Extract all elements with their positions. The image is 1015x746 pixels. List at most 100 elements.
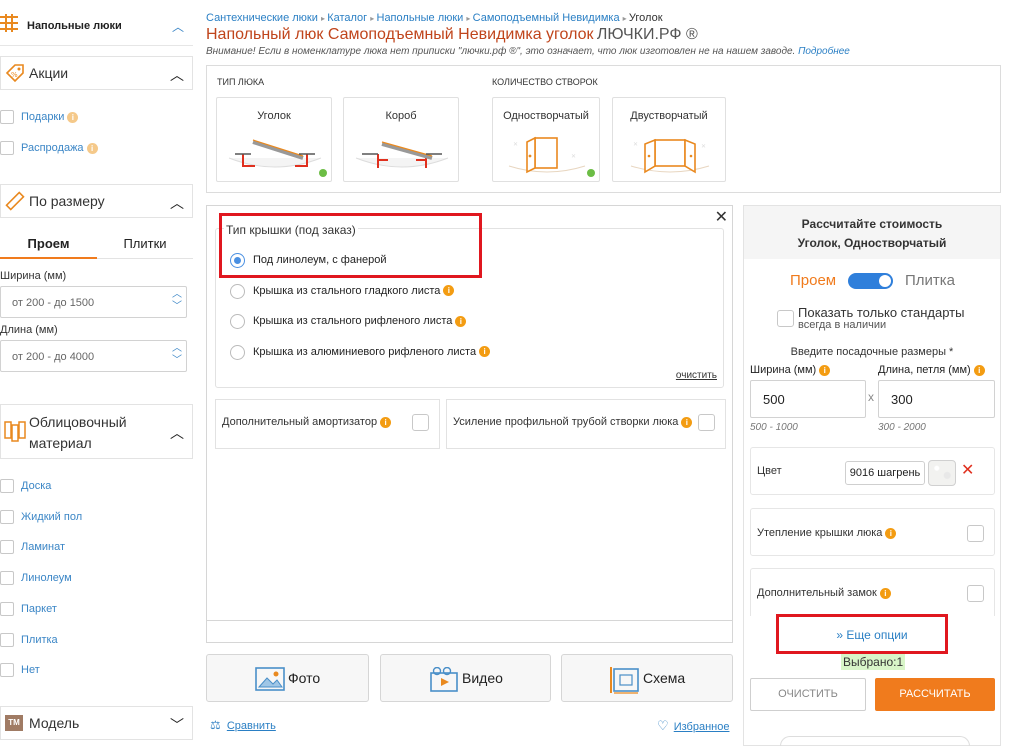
info-icon[interactable]: i xyxy=(455,315,467,327)
length-range-input[interactable]: от 200 - до 4000 ︿ ﹀ xyxy=(0,340,187,372)
chevron-up-icon[interactable]: ︿ xyxy=(170,193,184,213)
page-title: Напольный люк Самоподъемный Невидимка уг… xyxy=(206,26,594,43)
blueprint-icon xyxy=(610,667,639,694)
filter-label: Жидкий пол xyxy=(21,510,83,523)
next-block-edge xyxy=(780,736,970,746)
info-icon[interactable]: i xyxy=(67,111,79,123)
extra-profile-reinforcement[interactable]: Усиление профильной трубой створки люка i xyxy=(446,399,726,449)
checkbox[interactable] xyxy=(0,509,14,524)
chevron-up-icon[interactable]: ︿ xyxy=(170,65,184,85)
tab-tiles[interactable]: Плитки xyxy=(97,229,193,259)
close-icon[interactable]: ✕ xyxy=(715,207,728,227)
scheme-button[interactable]: Схема xyxy=(561,654,733,702)
radio-button[interactable] xyxy=(230,314,245,329)
info-icon[interactable]: i xyxy=(819,364,831,376)
info-icon[interactable]: i xyxy=(479,346,491,358)
standards-label: Показать только стандарты xyxy=(798,305,965,320)
breadcrumb: Сантехнические люки ▸ Каталог ▸ Напольны… xyxy=(206,12,663,24)
checkbox[interactable] xyxy=(0,110,14,124)
checkbox[interactable] xyxy=(0,571,14,586)
input-value: 300 xyxy=(891,392,913,407)
info-icon[interactable]: i xyxy=(380,416,392,428)
card-label: Двустворчатый xyxy=(630,110,708,122)
compare-label: Сравнить xyxy=(226,720,276,732)
checkbox[interactable] xyxy=(0,141,14,155)
extra-shock-absorber[interactable]: Дополнительный амортизатор i xyxy=(215,399,440,449)
lid-option[interactable]: Крышка из стального рифленого листа i xyxy=(230,312,710,332)
info-icon[interactable]: i xyxy=(681,416,693,428)
chevron-up-icon[interactable]: ︿ xyxy=(170,423,184,443)
checkbox[interactable] xyxy=(0,663,14,678)
type-card-corner[interactable]: Уголок xyxy=(216,97,332,182)
chevron-up-icon[interactable]: ︿ xyxy=(172,18,184,35)
info-icon[interactable]: i xyxy=(885,527,897,539)
sidebar-section-size[interactable]: По размеру ︿ xyxy=(0,184,193,218)
option-insulation[interactable]: Утепление крышки люка i xyxy=(750,508,995,556)
breadcrumb-link[interactable]: Каталог xyxy=(327,12,367,24)
filter-label: Ламинат xyxy=(21,541,66,554)
filter-label: Линолеум xyxy=(21,572,72,585)
video-button[interactable]: Видео xyxy=(380,654,551,702)
stepper-icon[interactable]: ︿ ﹀ xyxy=(172,343,182,367)
card-label: Уголок xyxy=(257,110,291,122)
button-label: Видео xyxy=(462,670,503,686)
radio-button[interactable] xyxy=(230,344,245,360)
checkbox[interactable] xyxy=(0,632,14,647)
input-placeholder: от 200 - до 1500 xyxy=(12,297,95,309)
info-icon[interactable]: i xyxy=(973,364,985,376)
svg-text:✕: ✕ xyxy=(701,144,706,150)
checkbox[interactable] xyxy=(698,414,715,431)
checkbox[interactable] xyxy=(412,414,429,431)
door-card-single[interactable]: Одностворчатый ✕ ✕ xyxy=(492,97,600,182)
breadcrumb-link[interactable]: Напольные люки xyxy=(377,12,464,24)
input-placeholder: от 200 - до 4000 xyxy=(12,351,95,363)
checkbox[interactable] xyxy=(0,479,14,493)
breadcrumb-link[interactable]: Сантехнические люки xyxy=(206,12,318,24)
measure-toggle[interactable] xyxy=(848,273,893,289)
color-swatch[interactable] xyxy=(928,460,956,486)
breadcrumb-link[interactable]: Самоподъемный Невидимка xyxy=(473,12,620,24)
sidebar-section-promo[interactable]: % Акции ︿ xyxy=(0,56,193,90)
calc-length-input[interactable]: 300 xyxy=(878,380,995,418)
sidebar-section-model[interactable]: TM Модель ﹀ xyxy=(0,706,193,740)
lid-option[interactable]: Крышка из алюминиевого рифленого листа i xyxy=(230,343,710,363)
door-card-double[interactable]: Двустворчатый ✕ ✕ xyxy=(612,97,726,182)
filter-label: Плитка xyxy=(21,633,58,646)
info-icon[interactable]: i xyxy=(443,285,455,297)
checkbox[interactable] xyxy=(967,585,984,602)
notice: Внимание! Если в номенклатуре люка нет п… xyxy=(206,46,850,57)
chevron-down-icon[interactable]: ﹀ xyxy=(170,715,184,735)
info-icon[interactable]: i xyxy=(879,587,891,599)
sidebar-top-header[interactable]: Напольные люки ︿ xyxy=(0,0,193,46)
checkbox[interactable] xyxy=(967,525,984,542)
stepper-icon[interactable]: ︿ ﹀ xyxy=(172,289,182,313)
clear-link[interactable]: очистить xyxy=(676,370,717,381)
card-label: Одностворчатый xyxy=(503,110,589,122)
standards-checkbox[interactable] xyxy=(777,310,794,327)
breadcrumb-current: Уголок xyxy=(628,12,663,24)
toggle-knob xyxy=(879,275,891,287)
info-icon[interactable]: i xyxy=(86,142,98,154)
tab-opening[interactable]: Проем xyxy=(0,229,97,259)
remove-color-icon[interactable]: ✕ xyxy=(961,460,974,480)
photo-button[interactable]: Фото xyxy=(206,654,369,702)
width-range-input[interactable]: от 200 - до 1500 ︿ ﹀ xyxy=(0,286,187,318)
corner-profile-icon xyxy=(228,139,322,168)
sidebar-section-facing[interactable]: Облицовочный материал ︿ xyxy=(0,404,193,459)
checkbox[interactable] xyxy=(0,540,14,555)
video-icon xyxy=(430,667,458,692)
favorites-link[interactable]: ♡ Избранное xyxy=(657,718,729,734)
calculate-button[interactable]: РАССЧИТАТЬ xyxy=(875,678,995,711)
notice-more-link[interactable]: Подробнее xyxy=(798,46,850,57)
ruler-icon xyxy=(5,191,25,214)
radio-button[interactable] xyxy=(230,283,245,299)
svg-text:✕: ✕ xyxy=(633,142,638,148)
calc-width-input[interactable]: 500 xyxy=(750,380,866,418)
lid-option[interactable]: Крышка из стального гладкого листа i xyxy=(230,282,710,302)
compare-link[interactable]: ⚖ Сравнить xyxy=(210,718,276,732)
color-select[interactable]: 9016 шагрень xyxy=(845,461,925,485)
option-extra-lock[interactable]: Дополнительный замок i xyxy=(750,568,995,616)
type-card-box[interactable]: Короб xyxy=(343,97,459,182)
checkbox[interactable] xyxy=(0,601,14,616)
clear-button[interactable]: ОЧИСТИТЬ xyxy=(750,678,866,711)
